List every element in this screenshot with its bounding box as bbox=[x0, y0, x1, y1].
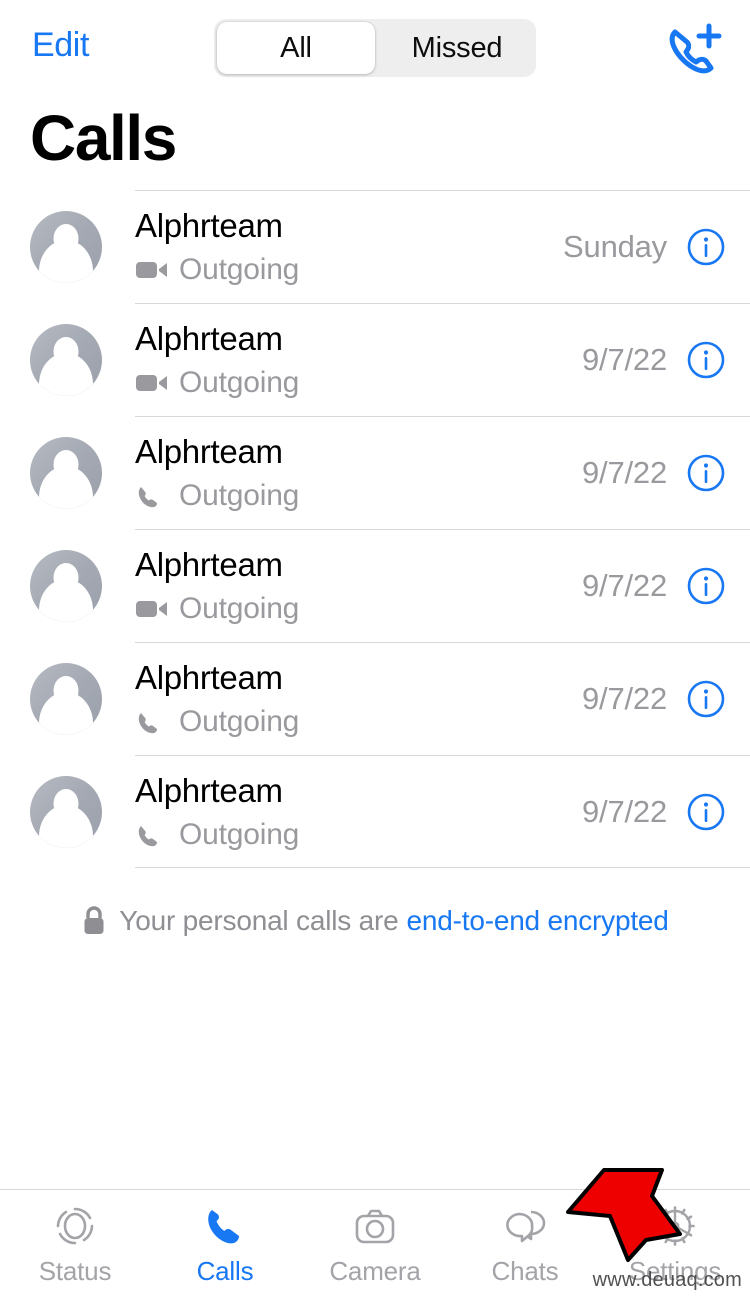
info-circle-icon[interactable] bbox=[686, 453, 726, 493]
tab-label: Calls bbox=[196, 1256, 254, 1286]
call-row-meta: 9/7/22 bbox=[582, 453, 726, 493]
call-subtitle: Outgoing bbox=[135, 252, 563, 288]
video-camera-icon bbox=[135, 257, 169, 283]
call-row-meta: 9/7/22 bbox=[582, 792, 726, 832]
tab-status[interactable]: Status bbox=[0, 1190, 150, 1298]
encryption-text: Your personal calls are bbox=[119, 905, 399, 936]
tab-calls[interactable]: Calls bbox=[150, 1190, 300, 1298]
table-row[interactable]: Alphrteam Outgoing 9/7/22 bbox=[0, 416, 750, 529]
watermark: www.deuaq.com bbox=[592, 1269, 742, 1291]
tab-missed[interactable]: Missed bbox=[378, 19, 536, 77]
tab-all[interactable]: All bbox=[217, 22, 375, 74]
phone-plus-icon bbox=[669, 23, 722, 74]
tab-chats[interactable]: Chats bbox=[450, 1190, 600, 1298]
contact-name: Alphrteam bbox=[135, 658, 283, 696]
phone-icon bbox=[135, 822, 169, 848]
table-row[interactable]: Alphrteam Outgoing Sunday bbox=[0, 190, 750, 303]
call-subtitle: Outgoing bbox=[135, 365, 582, 401]
call-row-text: Alphrteam Outgoing bbox=[135, 432, 582, 514]
call-direction: Outgoing bbox=[179, 704, 300, 738]
tab-label: Status bbox=[38, 1256, 112, 1286]
call-direction: Outgoing bbox=[179, 817, 300, 851]
video-camera-icon bbox=[135, 370, 169, 396]
avatar bbox=[30, 436, 102, 509]
call-row-text: Alphrteam Outgoing bbox=[135, 545, 582, 627]
call-row-meta: 9/7/22 bbox=[582, 340, 726, 380]
contact-name: Alphrteam bbox=[135, 319, 283, 357]
contact-name: Alphrteam bbox=[135, 771, 283, 809]
call-row-meta: 9/7/22 bbox=[582, 566, 726, 606]
call-date: 9/7/22 bbox=[582, 680, 667, 716]
table-row[interactable]: Alphrteam Outgoing 9/7/22 bbox=[0, 303, 750, 416]
phone-icon bbox=[135, 483, 169, 509]
info-circle-icon[interactable] bbox=[686, 792, 726, 832]
call-row-meta: 9/7/22 bbox=[582, 679, 726, 719]
info-circle-icon[interactable] bbox=[686, 679, 726, 719]
tab-label: Chats bbox=[491, 1256, 559, 1286]
call-direction: Outgoing bbox=[179, 252, 300, 286]
table-row[interactable]: Alphrteam Outgoing 9/7/22 bbox=[0, 642, 750, 755]
whatsapp-calls-screen: Edit All Missed Calls Alphrteam Outgoing… bbox=[0, 0, 750, 1298]
call-subtitle: Outgoing bbox=[135, 704, 582, 740]
call-row-meta: Sunday bbox=[563, 227, 726, 267]
info-circle-icon[interactable] bbox=[686, 566, 726, 606]
edit-button[interactable]: Edit bbox=[32, 26, 89, 65]
info-circle-icon[interactable] bbox=[686, 227, 726, 267]
avatar bbox=[30, 323, 102, 396]
gear-icon bbox=[651, 1202, 699, 1250]
status-rings-icon bbox=[51, 1202, 99, 1250]
info-circle-icon[interactable] bbox=[686, 340, 726, 380]
encryption-notice: Your personal calls are end-to-end encry… bbox=[0, 905, 750, 937]
lock-icon bbox=[81, 905, 107, 937]
call-subtitle: Outgoing bbox=[135, 817, 582, 853]
contact-name: Alphrteam bbox=[135, 545, 283, 583]
call-date: 9/7/22 bbox=[582, 793, 667, 829]
call-row-text: Alphrteam Outgoing bbox=[135, 319, 582, 401]
call-direction: Outgoing bbox=[179, 365, 300, 399]
tab-label: Camera bbox=[329, 1256, 421, 1286]
top-navigation-bar: Edit All Missed bbox=[0, 0, 750, 96]
page-title: Calls bbox=[30, 102, 177, 174]
camera-icon bbox=[351, 1202, 399, 1250]
call-direction: Outgoing bbox=[179, 478, 300, 512]
avatar bbox=[30, 775, 102, 848]
call-direction: Outgoing bbox=[179, 591, 300, 625]
contact-name: Alphrteam bbox=[135, 432, 283, 470]
call-date: Sunday bbox=[563, 228, 667, 264]
call-row-text: Alphrteam Outgoing bbox=[135, 658, 582, 740]
avatar bbox=[30, 662, 102, 735]
avatar bbox=[30, 210, 102, 283]
encryption-link[interactable]: end-to-end encrypted bbox=[407, 905, 669, 937]
call-row-text: Alphrteam Outgoing bbox=[135, 771, 582, 853]
call-row-text: Alphrteam Outgoing bbox=[135, 206, 563, 288]
call-date: 9/7/22 bbox=[582, 454, 667, 490]
avatar bbox=[30, 549, 102, 622]
contact-name: Alphrteam bbox=[135, 206, 283, 244]
chat-bubbles-icon bbox=[501, 1202, 549, 1250]
phone-icon bbox=[201, 1202, 249, 1250]
call-date: 9/7/22 bbox=[582, 567, 667, 603]
table-row[interactable]: Alphrteam Outgoing 9/7/22 bbox=[0, 755, 750, 868]
calls-list: Alphrteam Outgoing Sunday Alphrteam Outg… bbox=[0, 190, 750, 868]
call-subtitle: Outgoing bbox=[135, 591, 582, 627]
phone-icon bbox=[135, 709, 169, 735]
new-call-button[interactable] bbox=[662, 18, 724, 78]
call-subtitle: Outgoing bbox=[135, 478, 582, 514]
calls-filter-segmented-control[interactable]: All Missed bbox=[214, 19, 536, 77]
table-row[interactable]: Alphrteam Outgoing 9/7/22 bbox=[0, 529, 750, 642]
tab-camera[interactable]: Camera bbox=[300, 1190, 450, 1298]
video-camera-icon bbox=[135, 596, 169, 622]
call-date: 9/7/22 bbox=[582, 341, 667, 377]
